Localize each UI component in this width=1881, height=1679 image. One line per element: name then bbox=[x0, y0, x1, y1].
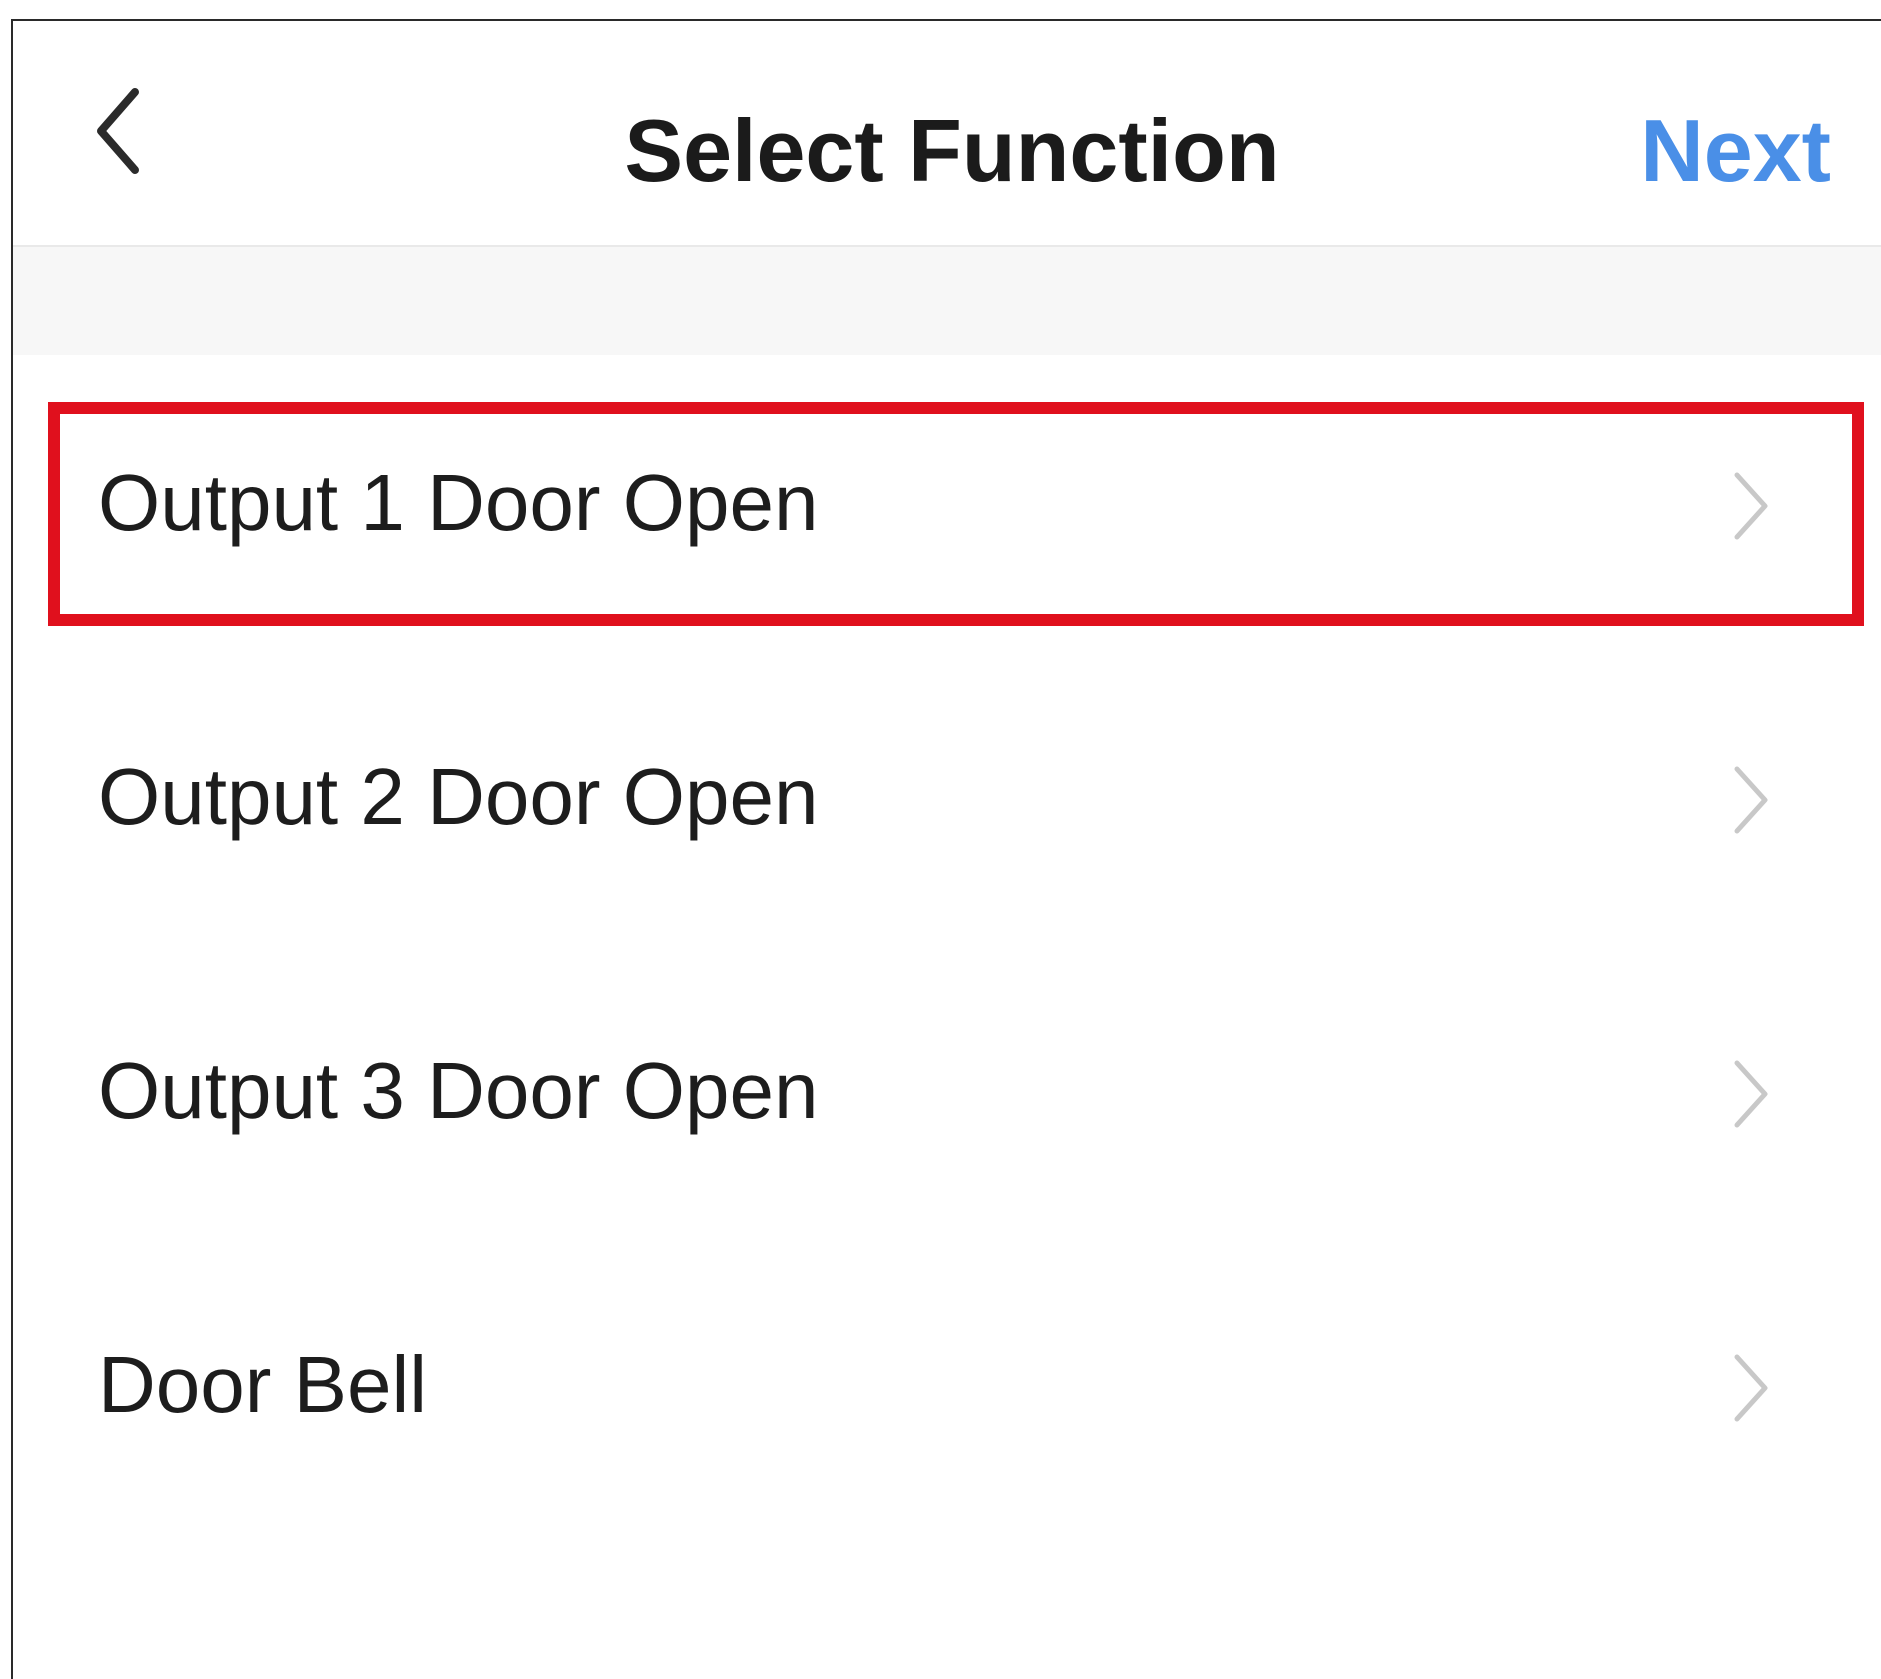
chevron-right-icon bbox=[1734, 472, 1768, 540]
function-item-label: Output 1 Door Open bbox=[98, 458, 819, 547]
function-item-output-1-door-open[interactable]: Output 1 Door Open bbox=[13, 355, 1881, 649]
function-item-door-bell[interactable]: Door Bell bbox=[13, 1237, 1881, 1531]
function-item-label: Door Bell bbox=[98, 1340, 428, 1429]
function-item-output-2-door-open[interactable]: Output 2 Door Open bbox=[13, 649, 1881, 943]
function-list: Output 1 Door Open Output 2 Door Open Ou… bbox=[13, 355, 1881, 1531]
function-item-label: Output 2 Door Open bbox=[98, 752, 819, 841]
chevron-right-icon bbox=[1734, 766, 1768, 834]
page-title: Select Function bbox=[624, 101, 1280, 200]
chevron-right-icon bbox=[1734, 1060, 1768, 1128]
next-button[interactable]: Next bbox=[1640, 101, 1831, 201]
back-button[interactable] bbox=[93, 81, 173, 181]
section-spacer bbox=[13, 247, 1881, 355]
page-title-container: Select Function bbox=[13, 101, 1881, 201]
chevron-right-icon bbox=[1734, 1354, 1768, 1422]
app-screen: Select Function Next Output 1 Door Open … bbox=[11, 19, 1881, 1679]
chevron-left-icon bbox=[97, 88, 139, 174]
function-item-output-3-door-open[interactable]: Output 3 Door Open bbox=[13, 943, 1881, 1237]
nav-header: Select Function Next bbox=[13, 21, 1881, 247]
function-item-label: Output 3 Door Open bbox=[98, 1046, 819, 1135]
